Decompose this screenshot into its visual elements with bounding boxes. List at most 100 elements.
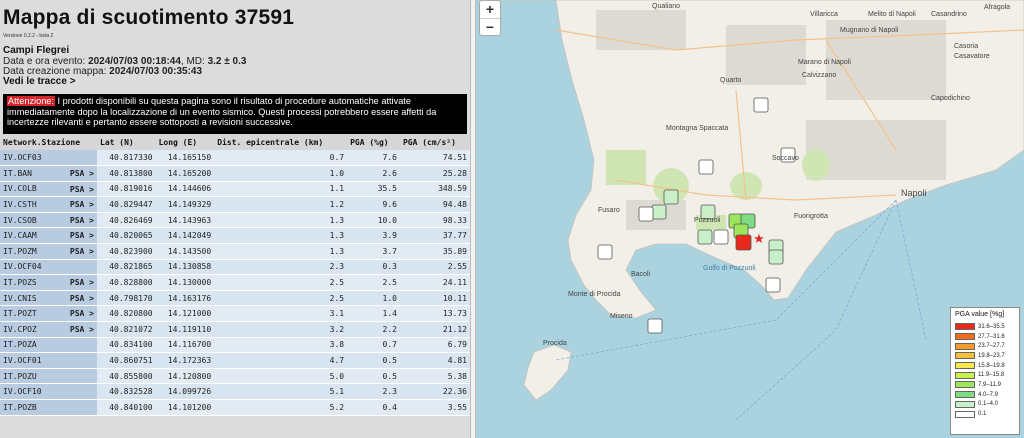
distance-cell: 3.1 bbox=[214, 305, 348, 323]
pga-cm-cell: 35.89 bbox=[399, 243, 470, 260]
psa-link[interactable]: PSA > bbox=[70, 200, 94, 209]
pga-g-cell: 0.5 bbox=[347, 352, 400, 369]
shake-map[interactable]: ★ Qualiano Villaricca Melito di Napoli C… bbox=[476, 0, 1024, 438]
station-name: IV.CAAM bbox=[3, 231, 37, 241]
distance-cell: 5.1 bbox=[214, 383, 348, 400]
lon-cell: 14.099726 bbox=[155, 383, 215, 400]
legend-swatch bbox=[955, 371, 975, 379]
psa-link[interactable]: PSA > bbox=[70, 278, 94, 287]
station-name: IV.CNIS bbox=[3, 293, 37, 303]
legend-label: 0.1 bbox=[978, 411, 987, 418]
pga-cm-cell: 13.73 bbox=[399, 305, 470, 323]
place-label: Casavatore bbox=[954, 53, 990, 60]
psa-link[interactable]: PSA > bbox=[70, 216, 94, 225]
place-label: Villaricca bbox=[810, 11, 838, 18]
legend-item: 27.7–31.6 bbox=[955, 332, 1015, 342]
distance-cell: 1.1 bbox=[214, 181, 348, 198]
view-traces-link[interactable]: Vedi le tracce > bbox=[3, 76, 76, 87]
lon-cell: 14.172363 bbox=[155, 352, 215, 369]
table-row: IV.CAAM PSA > 40.820065 14.142049 1.3 3.9… bbox=[0, 227, 470, 245]
table-row: IV.CSTH PSA > 40.829447 14.149329 1.2 9.6… bbox=[0, 196, 470, 213]
station-cell: IV.COLB PSA > bbox=[0, 181, 97, 198]
pga-cm-cell: 3.55 bbox=[399, 399, 470, 416]
col-header-dist: Dist. epicentrale (km) bbox=[214, 134, 348, 150]
map-canvas: ★ Qualiano Villaricca Melito di Napoli C… bbox=[476, 0, 1024, 421]
table-row: IT.POZA 40.834100 14.116700 3.8 0.7 6.79 bbox=[0, 337, 470, 354]
legend-item: 7.9–11.9 bbox=[955, 380, 1015, 390]
lat-cell: 40.855800 bbox=[97, 368, 156, 385]
pga-g-cell: 2.6 bbox=[347, 165, 400, 182]
psa-link[interactable]: PSA > bbox=[70, 294, 94, 303]
place-label: Napoli bbox=[901, 188, 927, 198]
pga-g-cell: 0.4 bbox=[347, 399, 400, 416]
place-label: Casoria bbox=[954, 43, 978, 50]
station-name: IT.POZA bbox=[3, 340, 37, 350]
pga-g-cell: 1.0 bbox=[347, 290, 400, 307]
legend-item: 11.9–15.8 bbox=[955, 370, 1015, 380]
legend-swatch bbox=[955, 342, 975, 350]
station-cell: IT.BAN PSA > bbox=[0, 165, 97, 182]
pga-cm-cell: 98.33 bbox=[399, 212, 470, 229]
lon-cell: 14.163176 bbox=[155, 290, 215, 307]
pga-cm-cell: 6.79 bbox=[399, 337, 470, 354]
zoom-in-button[interactable]: + bbox=[480, 1, 500, 18]
lon-cell: 14.143963 bbox=[155, 212, 215, 229]
legend-swatch bbox=[955, 362, 975, 370]
station-cell: IV.CSTH PSA > bbox=[0, 196, 97, 213]
distance-cell: 5.0 bbox=[214, 368, 348, 385]
pga-g-cell: 0.5 bbox=[347, 368, 400, 385]
psa-link[interactable]: PSA > bbox=[70, 169, 94, 178]
lat-cell: 40.820800 bbox=[97, 305, 156, 323]
warning-text: I prodotti disponibili su questa pagina … bbox=[7, 96, 437, 128]
col-header-pga-cm: PGA (cm/s²) bbox=[399, 134, 470, 150]
distance-cell: 1.3 bbox=[214, 243, 348, 260]
map-date-value: 2024/07/03 00:35:43 bbox=[109, 66, 203, 77]
pga-g-cell: 35.5 bbox=[347, 181, 400, 198]
lat-cell: 40.819016 bbox=[97, 181, 156, 198]
place-label: Qualiano bbox=[652, 3, 680, 10]
distance-cell: 1.2 bbox=[214, 196, 348, 213]
psa-link[interactable]: PSA > bbox=[70, 309, 94, 318]
station-name: IV.CSOB bbox=[3, 215, 37, 225]
lon-cell: 14.121000 bbox=[155, 305, 215, 323]
distance-cell: 2.5 bbox=[214, 290, 348, 307]
place-label: Procida bbox=[543, 340, 567, 347]
place-label: Marano di Napoli bbox=[798, 59, 851, 66]
table-row: IV.CNIS PSA > 40.798170 14.163176 2.5 1.0… bbox=[0, 290, 470, 307]
lon-cell: 14.144606 bbox=[155, 181, 215, 198]
legend-label: 15.8–19.8 bbox=[978, 362, 1005, 369]
psa-link[interactable]: PSA > bbox=[70, 247, 94, 256]
psa-link[interactable]: PSA > bbox=[70, 325, 94, 334]
lat-cell: 40.821072 bbox=[97, 321, 156, 338]
place-label: Fusaro bbox=[598, 207, 620, 214]
pga-cm-cell: 21.12 bbox=[399, 321, 470, 338]
lon-cell: 14.130858 bbox=[155, 259, 215, 276]
legend-item: 4.0–7.9 bbox=[955, 390, 1015, 400]
svg-text:★: ★ bbox=[753, 232, 765, 247]
station-cell: IV.OCF03 bbox=[0, 150, 97, 167]
legend-label: 31.6–35.5 bbox=[978, 323, 1005, 330]
legend-swatch bbox=[955, 410, 975, 418]
pga-cm-cell: 94.48 bbox=[399, 196, 470, 213]
psa-link[interactable]: PSA > bbox=[70, 185, 94, 194]
station-name: IV.OCF10 bbox=[3, 387, 42, 397]
place-label: Golfo di Pozzuoli bbox=[703, 265, 756, 272]
legend-label: 27.7–31.6 bbox=[978, 333, 1005, 340]
lon-cell: 14.101200 bbox=[155, 399, 215, 416]
distance-cell: 2.5 bbox=[214, 274, 348, 291]
table-row: IT.POZS PSA > 40.828800 14.130000 2.5 2.5… bbox=[0, 274, 470, 291]
zoom-out-button[interactable]: − bbox=[480, 18, 500, 35]
pga-g-cell: 0.7 bbox=[347, 337, 400, 354]
distance-cell: 1.0 bbox=[214, 165, 348, 182]
table-row: IV.OCF04 40.821865 14.130858 2.3 0.3 2.5… bbox=[0, 259, 470, 276]
psa-link[interactable]: PSA > bbox=[70, 231, 94, 240]
legend-item: 0.1 bbox=[955, 409, 1015, 419]
place-label: Capodichino bbox=[931, 95, 970, 102]
station-cell: IV.OCF04 bbox=[0, 259, 97, 276]
pga-cm-cell: 37.77 bbox=[399, 227, 470, 245]
station-cell: IT.POZM PSA > bbox=[0, 243, 97, 260]
table-row: IV.OCF10 40.832528 14.099726 5.1 2.3 22.… bbox=[0, 383, 470, 400]
lat-cell: 40.840100 bbox=[97, 399, 156, 416]
station-cell: IT.POZB bbox=[0, 399, 97, 416]
col-header-station: Network.Stazione bbox=[0, 134, 97, 150]
